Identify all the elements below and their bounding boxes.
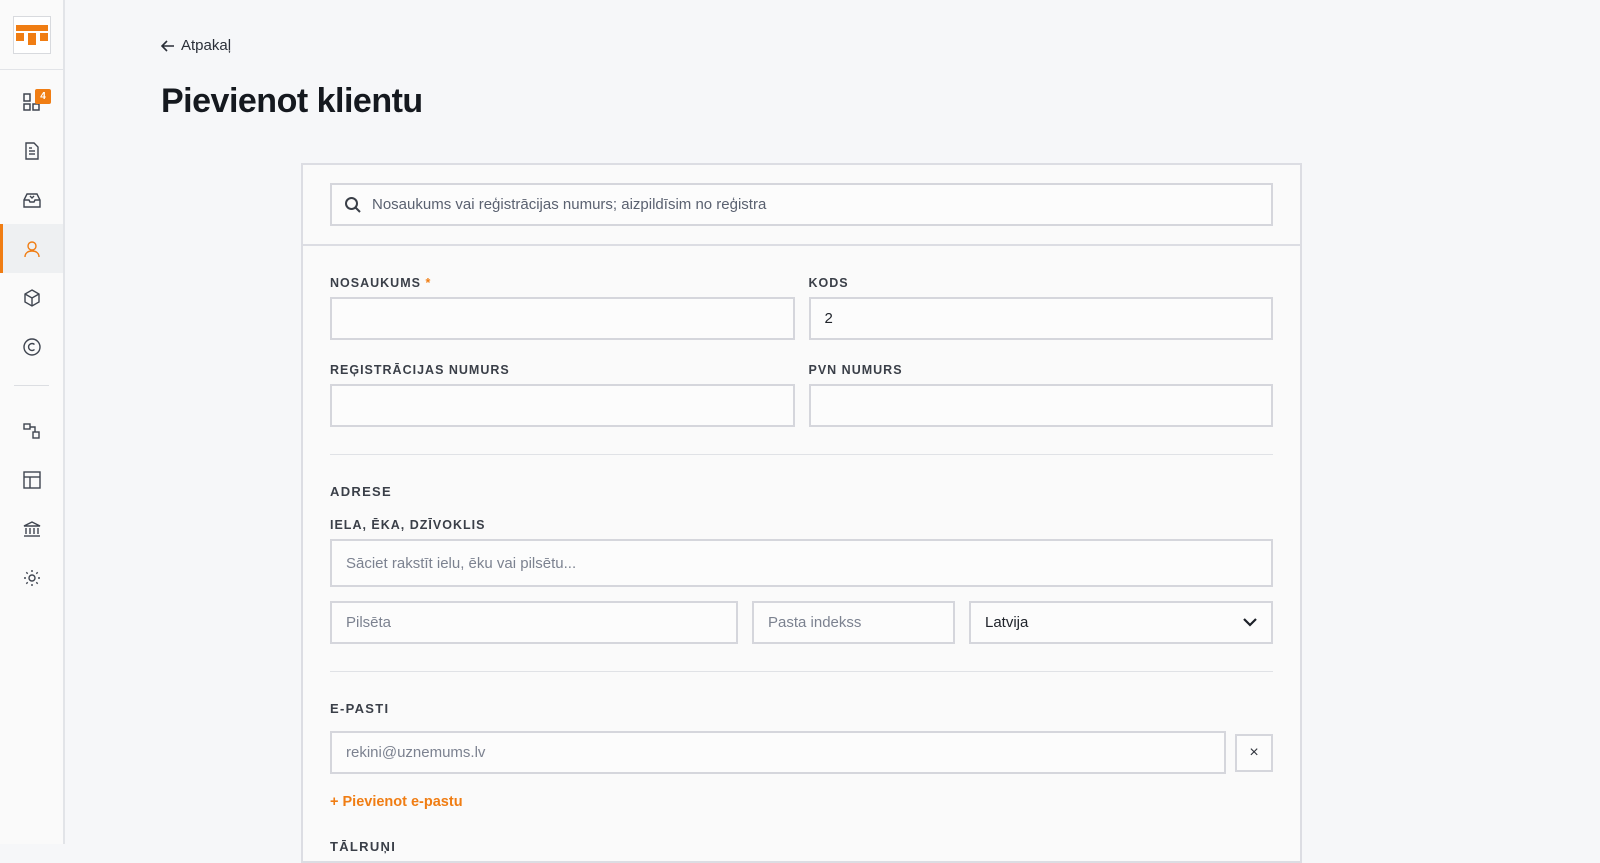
country-select[interactable]: Latvija xyxy=(969,601,1273,644)
inbox-icon xyxy=(23,192,41,208)
city-input[interactable]: Pilsēta xyxy=(330,601,738,644)
section-divider xyxy=(330,671,1273,672)
add-email-button[interactable]: + Pievienot e-pastu xyxy=(330,794,463,810)
nav-dashboard[interactable]: 4 xyxy=(0,77,63,126)
registry-search-area: Nosaukums vai reģistrācijas numurs; aizp… xyxy=(303,165,1300,246)
required-mark: * xyxy=(425,276,431,290)
user-icon xyxy=(24,240,40,258)
zip-input[interactable]: Pasta indekss xyxy=(752,601,955,644)
basic-fields-section: NOSAUKUMS * KODS 2 REĢISTRĀCIJAS NUMURS … xyxy=(303,246,1300,854)
registry-search-placeholder: Nosaukums vai reģistrācijas numurs; aizp… xyxy=(372,196,766,213)
app-logo[interactable] xyxy=(13,16,51,54)
chevron-down-icon xyxy=(1243,618,1257,627)
vat-number-field[interactable] xyxy=(809,384,1274,427)
close-icon: × xyxy=(1249,744,1258,762)
back-link[interactable]: Atpakaļ xyxy=(161,37,231,54)
logo-area xyxy=(0,0,63,70)
notification-badge: 4 xyxy=(35,89,51,104)
code-field[interactable]: 2 xyxy=(809,297,1274,340)
city-placeholder: Pilsēta xyxy=(346,614,391,631)
copyright-icon xyxy=(23,338,41,356)
name-field[interactable] xyxy=(330,297,795,340)
back-label: Atpakaļ xyxy=(181,37,231,54)
zip-placeholder: Pasta indekss xyxy=(768,614,861,631)
section-divider xyxy=(330,454,1273,455)
box-icon xyxy=(23,289,41,307)
main-content: Atpakaļ Pievienot klientu Nosaukums vai … xyxy=(65,0,1600,844)
emails-section-title: E-PASTI xyxy=(330,701,1273,716)
nav-products[interactable] xyxy=(0,273,63,322)
country-value: Latvija xyxy=(985,614,1028,631)
vat-number-label: PVN NUMURS xyxy=(809,363,1274,377)
page-title: Pievienot klientu xyxy=(161,82,423,121)
registry-search-input[interactable]: Nosaukums vai reģistrācijas numurs; aizp… xyxy=(330,183,1273,226)
nav-copyright[interactable] xyxy=(0,322,63,371)
document-icon xyxy=(24,142,40,160)
address-section-title: ADRESE xyxy=(330,484,1273,499)
search-icon xyxy=(344,196,362,214)
client-form-card: Nosaukums vai reģistrācijas numurs; aizp… xyxy=(301,163,1302,863)
nav-clients[interactable] xyxy=(0,224,63,273)
reg-number-label: REĢISTRĀCIJAS NUMURS xyxy=(330,363,795,377)
code-label: KODS xyxy=(809,276,1274,290)
nav-integrations[interactable] xyxy=(0,406,63,455)
logo-icon xyxy=(16,25,48,45)
layout-icon xyxy=(23,471,41,489)
email-placeholder: rekini@uznemums.lv xyxy=(346,744,485,761)
phones-section-title: TĀLRUŅI xyxy=(330,839,1273,854)
shapes-icon xyxy=(23,423,41,439)
nav-templates[interactable] xyxy=(0,455,63,504)
sidebar: 4 xyxy=(0,0,65,844)
nav-inbox[interactable] xyxy=(0,175,63,224)
sidebar-divider xyxy=(14,385,49,386)
reg-number-field[interactable] xyxy=(330,384,795,427)
nav-documents[interactable] xyxy=(0,126,63,175)
name-label: NOSAUKUMS * xyxy=(330,276,795,290)
remove-email-button[interactable]: × xyxy=(1235,734,1273,772)
arrow-left-icon xyxy=(161,40,175,52)
nav-settings[interactable] xyxy=(0,553,63,602)
nav-bank[interactable] xyxy=(0,504,63,553)
bank-icon xyxy=(23,520,41,538)
street-label: IELA, ĒKA, DZĪVOKLIS xyxy=(330,518,1273,532)
street-input[interactable]: Sāciet rakstīt ielu, ēku vai pilsētu... xyxy=(330,539,1273,587)
street-placeholder: Sāciet rakstīt ielu, ēku vai pilsētu... xyxy=(346,555,576,572)
gear-icon xyxy=(23,569,41,587)
email-input[interactable]: rekini@uznemums.lv xyxy=(330,731,1226,774)
